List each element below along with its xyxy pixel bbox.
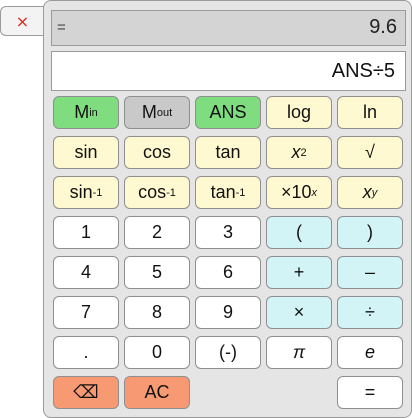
cos-button[interactable]: cos [124, 136, 190, 169]
divide-button[interactable]: ÷ [337, 296, 403, 329]
multiply-button[interactable]: × [266, 296, 332, 329]
sqrt-icon: √ [365, 142, 375, 162]
times-ten-base: ×10 [280, 182, 312, 202]
arcsin-exponent: -1 [92, 186, 103, 199]
result-value: 9.6 [369, 16, 397, 38]
digit-2-button[interactable]: 2 [124, 216, 190, 249]
e-label: e [364, 342, 375, 362]
all-clear-button[interactable]: AC [124, 376, 190, 409]
times-ten-power-button[interactable]: ×10 x [266, 176, 332, 209]
digit-5-button[interactable]: 5 [124, 256, 190, 289]
digit-1-button[interactable]: 1 [53, 216, 119, 249]
arccos-button[interactable]: cos -1 [124, 176, 190, 209]
memory-out-subscript: out [156, 106, 173, 119]
decimal-point-button[interactable]: . [53, 336, 119, 369]
power-base: x [362, 182, 372, 202]
result-display: = 9.6 [51, 10, 406, 46]
digit-6-button[interactable]: 6 [195, 256, 261, 289]
right-paren-button[interactable]: ) [337, 216, 403, 249]
square-base: x [291, 142, 301, 162]
arccos-exponent: -1 [166, 186, 176, 199]
digit-7-button[interactable]: 7 [53, 296, 119, 329]
log-button[interactable]: log [266, 96, 332, 129]
close-button[interactable]: × [0, 6, 44, 36]
e-button[interactable]: e [337, 336, 403, 369]
ans-button[interactable]: ANS [195, 96, 261, 129]
digit-3-button[interactable]: 3 [195, 216, 261, 249]
sqrt-button[interactable]: √ [337, 136, 403, 169]
times-ten-exponent: x [311, 186, 318, 199]
power-button[interactable]: xy [337, 176, 403, 209]
memory-in-button[interactable]: Min [53, 96, 119, 129]
square-button[interactable]: x2 [266, 136, 332, 169]
left-paren-button[interactable]: ( [266, 216, 332, 249]
digit-4-button[interactable]: 4 [53, 256, 119, 289]
ln-button[interactable]: ln [337, 96, 403, 129]
digit-8-button[interactable]: 8 [124, 296, 190, 329]
arctan-exponent: -1 [235, 186, 246, 199]
negate-button[interactable]: (-) [195, 336, 261, 369]
expression-display: ANS÷5 [51, 51, 406, 91]
arctan-base: tan [210, 182, 236, 202]
arccos-base: cos [138, 182, 167, 202]
pi-button[interactable]: π [266, 336, 332, 369]
close-icon: × [15, 11, 30, 31]
plus-button[interactable]: + [266, 256, 332, 289]
tan-button[interactable]: tan [195, 136, 261, 169]
equals-button[interactable]: = [337, 376, 403, 409]
sin-button[interactable]: sin [53, 136, 119, 169]
minus-button[interactable]: – [337, 256, 403, 289]
result-equals-sign: = [57, 19, 66, 36]
memory-in-subscript: in [89, 106, 98, 119]
backspace-button[interactable]: ⌫ [53, 376, 119, 409]
memory-out-label: M [141, 102, 157, 122]
memory-in-label: M [74, 102, 90, 122]
arctan-button[interactable]: tan -1 [195, 176, 261, 209]
backspace-icon: ⌫ [73, 382, 99, 403]
pi-label: π [292, 342, 306, 362]
power-exponent: y [371, 186, 378, 199]
arcsin-base: sin [69, 182, 93, 202]
square-exponent: 2 [300, 146, 307, 159]
digit-0-button[interactable]: 0 [124, 336, 190, 369]
digit-9-button[interactable]: 9 [195, 296, 261, 329]
memory-out-button[interactable]: Mout [124, 96, 190, 129]
arcsin-button[interactable]: sin -1 [53, 176, 119, 209]
